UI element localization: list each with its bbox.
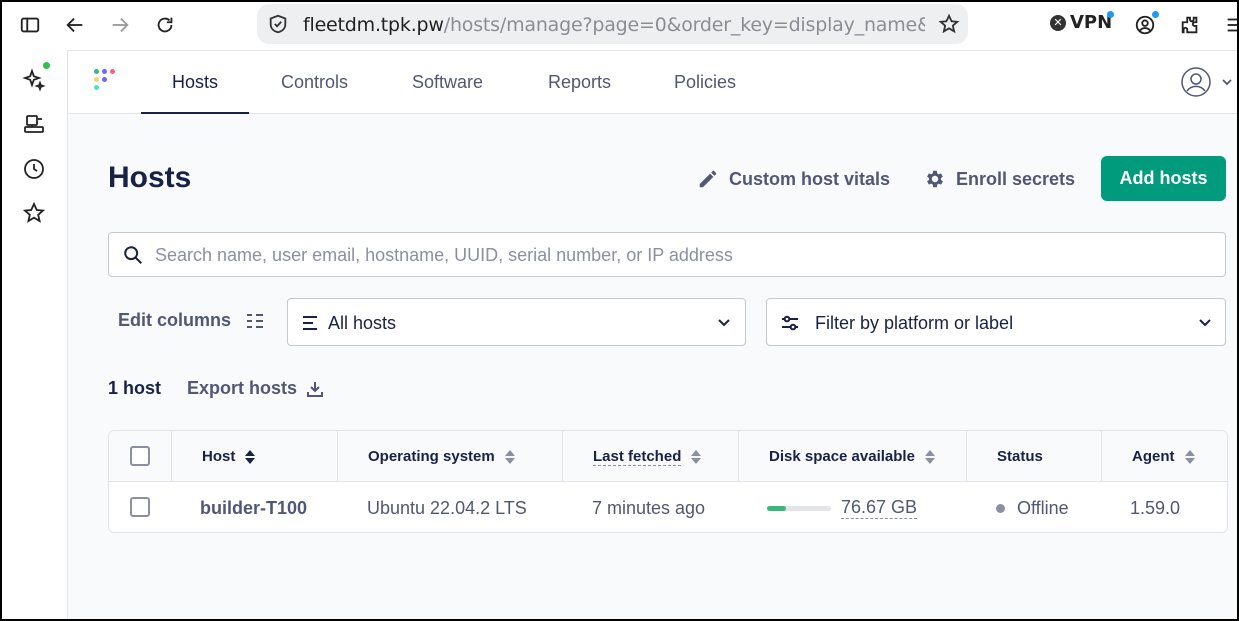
agent-version-cell: 1.59.0 — [1130, 497, 1181, 518]
favorites-star-icon[interactable] — [22, 201, 46, 225]
browser-sidebar — [0, 50, 68, 621]
os-cell: Ubuntu 22.04.2 LTS — [367, 497, 527, 518]
sliders-icon — [782, 315, 798, 331]
export-hosts-button[interactable]: Export hosts — [187, 378, 324, 399]
vpn-notification-dot — [1107, 11, 1114, 18]
search-input[interactable] — [155, 241, 1205, 269]
vpn-button[interactable]: ✕ VPN — [1050, 12, 1112, 33]
host-count: 1 host — [108, 378, 162, 398]
sidebar-notification-dot — [43, 62, 50, 69]
custom-host-vitals-button[interactable]: Custom host vitals — [697, 164, 890, 194]
user-avatar-icon[interactable] — [1181, 67, 1211, 97]
tab-software[interactable]: Software — [412, 51, 483, 114]
column-header-host[interactable]: Host — [171, 431, 338, 482]
reload-icon[interactable] — [152, 12, 178, 38]
edit-columns-label: Edit columns — [118, 310, 232, 330]
extensions-puzzle-icon[interactable] — [1177, 12, 1203, 38]
search-icon — [124, 246, 142, 264]
sort-icon — [245, 449, 256, 464]
table-row[interactable]: builder-T100 Ubuntu 22.04.2 LTS 7 minute… — [109, 482, 1227, 532]
sort-icon — [691, 449, 702, 464]
last-fetched-cell: 7 minutes ago — [592, 497, 706, 518]
disk-usage-fill — [767, 505, 787, 511]
page-title: Hosts — [108, 161, 192, 194]
list-filter-icon — [303, 316, 317, 330]
tab-controls[interactable]: Controls — [281, 51, 348, 114]
select-all-checkbox[interactable] — [130, 446, 150, 466]
sidebar-toggle-icon[interactable] — [17, 12, 43, 38]
address-bar[interactable]: fleetdm.tpk.pw/hosts/manage?page=0&order… — [257, 4, 968, 44]
edit-columns-button[interactable]: Edit columns — [118, 310, 265, 331]
gear-icon — [927, 170, 943, 188]
platform-label-filter[interactable]: Filter by platform or label — [766, 298, 1226, 346]
add-hosts-button[interactable]: Add hosts — [1101, 156, 1226, 201]
column-header-status: Status — [966, 431, 1102, 482]
hosts-table: Host Operating system Last fetched Disk … — [108, 430, 1228, 533]
export-hosts-label: Export hosts — [187, 378, 298, 398]
status-offline-dot — [996, 503, 1005, 513]
column-header-disk-space[interactable]: Disk space available — [738, 431, 967, 482]
sort-icon — [924, 449, 935, 464]
browser-toolbar: fleetdm.tpk.pw/hosts/manage?page=0&order… — [0, 0, 1239, 50]
back-arrow-icon[interactable] — [62, 12, 88, 38]
status-label: Offline — [1017, 497, 1069, 518]
history-clock-icon[interactable] — [22, 157, 46, 181]
download-icon — [307, 381, 324, 397]
disk-space-value: 76.67 GB — [841, 497, 918, 519]
host-status-dropdown[interactable]: All hosts — [287, 298, 746, 346]
host-name-link[interactable]: builder-T100 — [200, 482, 307, 532]
column-header-last-fetched[interactable]: Last fetched — [562, 431, 739, 482]
platform-label-placeholder: Filter by platform or label — [815, 313, 1014, 333]
url-text: fleetdm.tpk.pw/hosts/manage?page=0&order… — [303, 14, 925, 36]
chevron-down-icon — [718, 319, 730, 327]
network-device-icon[interactable] — [22, 113, 46, 137]
bookmark-star-icon[interactable] — [938, 13, 960, 35]
search-box — [108, 232, 1226, 277]
column-header-os[interactable]: Operating system — [337, 431, 563, 482]
column-header-agent[interactable]: Agent — [1101, 431, 1227, 482]
host-status-selected: All hosts — [328, 313, 397, 333]
status-cell: Offline — [996, 482, 1069, 532]
custom-host-vitals-label: Custom host vitals — [729, 168, 891, 189]
enroll-secrets-button[interactable]: Enroll secrets — [924, 164, 1075, 194]
sparkle-ai-icon[interactable] — [22, 68, 46, 92]
chevron-down-icon — [1199, 319, 1211, 327]
enroll-secrets-label: Enroll secrets — [956, 168, 1076, 189]
disk-space-cell: 76.67 GB — [767, 482, 918, 532]
fleet-app: Hosts Controls Software Reports Policies… — [68, 50, 1239, 621]
profile-notification-dot — [1152, 11, 1159, 18]
close-circle-icon: ✕ — [1050, 14, 1066, 31]
disk-usage-bar — [767, 505, 831, 511]
chevron-down-icon[interactable] — [1221, 76, 1233, 88]
vpn-label: VPN — [1070, 12, 1113, 33]
fleet-logo-icon[interactable] — [94, 69, 120, 95]
shield-icon[interactable] — [267, 13, 289, 35]
sort-icon — [1184, 449, 1195, 464]
table-header: Host Operating system Last fetched Disk … — [109, 431, 1227, 482]
tab-reports[interactable]: Reports — [548, 51, 611, 114]
sort-icon — [504, 449, 515, 464]
row-checkbox[interactable] — [130, 497, 150, 517]
top-navigation: Hosts Controls Software Reports Policies — [68, 51, 1239, 114]
forward-arrow-icon[interactable] — [107, 12, 133, 38]
pencil-icon — [699, 170, 717, 188]
menu-icon[interactable] — [1222, 12, 1239, 38]
columns-icon — [247, 313, 264, 328]
tab-hosts[interactable]: Hosts — [141, 51, 249, 114]
tab-policies[interactable]: Policies — [674, 51, 736, 114]
